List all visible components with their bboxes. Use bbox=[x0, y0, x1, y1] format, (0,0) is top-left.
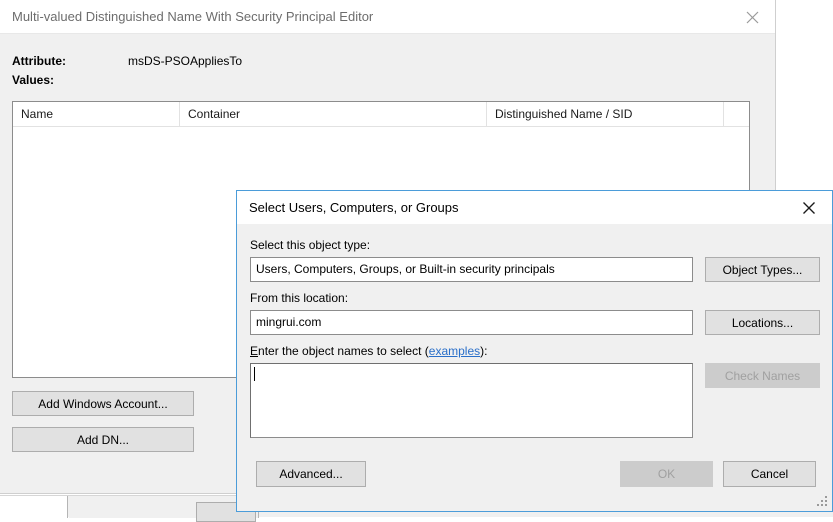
check-names-button[interactable]: Check Names bbox=[705, 363, 820, 388]
enter-names-text-suffix: ): bbox=[480, 344, 488, 358]
add-windows-account-button[interactable]: Add Windows Account... bbox=[12, 391, 194, 416]
select-dialog-close-button[interactable] bbox=[786, 191, 832, 224]
advanced-button[interactable]: Advanced... bbox=[256, 461, 366, 487]
editor-close-button[interactable] bbox=[729, 0, 775, 34]
ok-button[interactable]: OK bbox=[620, 461, 713, 487]
close-icon bbox=[746, 11, 758, 23]
select-dialog-titlebar: Select Users, Computers, or Groups bbox=[237, 191, 832, 224]
close-icon bbox=[803, 201, 815, 214]
select-users-computers-groups-dialog: Select Users, Computers, or Groups Selec… bbox=[236, 190, 833, 512]
values-label: Values: bbox=[12, 73, 55, 87]
cancel-button[interactable]: Cancel bbox=[723, 461, 816, 487]
list-header-row: Name Container Distinguished Name / SID bbox=[13, 102, 749, 127]
examples-link[interactable]: examples bbox=[429, 344, 480, 358]
object-names-input[interactable] bbox=[250, 363, 693, 438]
select-dialog-title: Select Users, Computers, or Groups bbox=[249, 200, 459, 215]
object-type-value-field[interactable]: Users, Computers, Groups, or Built-in se… bbox=[250, 257, 693, 282]
object-type-label: Select this object type: bbox=[250, 238, 371, 252]
editor-titlebar: Multi-valued Distinguished Name With Sec… bbox=[0, 0, 775, 34]
enter-names-text: nter the object names to select ( bbox=[258, 344, 429, 358]
location-value-field[interactable]: mingrui.com bbox=[250, 310, 693, 335]
text-caret bbox=[254, 367, 255, 381]
location-label: From this location: bbox=[250, 291, 349, 305]
column-header-container[interactable]: Container bbox=[180, 102, 487, 126]
add-dn-button[interactable]: Add DN... bbox=[12, 427, 194, 452]
attribute-label: Attribute: bbox=[12, 54, 66, 68]
background-window-list-area bbox=[0, 496, 68, 518]
object-types-button[interactable]: Object Types... bbox=[705, 257, 820, 282]
enter-names-accelerator: E bbox=[250, 344, 259, 358]
column-header-distinguished-name-sid[interactable]: Distinguished Name / SID bbox=[487, 102, 724, 126]
column-header-name[interactable]: Name bbox=[13, 102, 180, 126]
attribute-value: msDS-PSOAppliesTo bbox=[128, 54, 243, 68]
resize-grip-icon[interactable] bbox=[817, 496, 829, 508]
column-header-filler[interactable] bbox=[724, 102, 749, 126]
locations-button[interactable]: Locations... bbox=[705, 310, 820, 335]
editor-window-title: Multi-valued Distinguished Name With Sec… bbox=[12, 9, 374, 24]
enter-object-names-label: Enter the object names to select (exampl… bbox=[250, 344, 487, 359]
